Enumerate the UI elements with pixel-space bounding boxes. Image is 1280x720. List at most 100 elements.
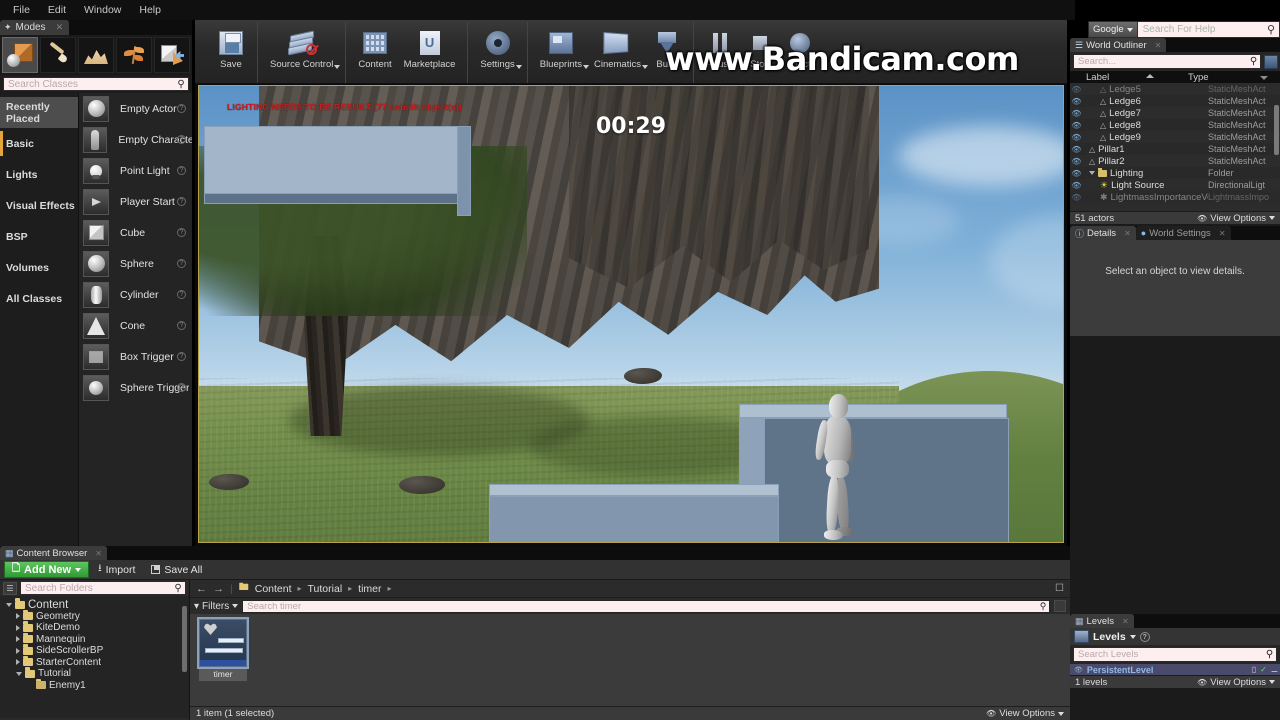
help-icon[interactable]: ?: [177, 228, 186, 237]
view-mode-button[interactable]: [1054, 600, 1066, 612]
lock-icon[interactable]: ⚊: [1271, 665, 1278, 674]
outliner-scrollbar[interactable]: [1274, 105, 1279, 155]
menu-item-file[interactable]: File: [4, 2, 39, 18]
chevron-down-icon[interactable]: [6, 602, 12, 607]
visible-icon[interactable]: ✓: [1260, 665, 1267, 674]
outliner-search-input[interactable]: Search...: [1074, 56, 1247, 67]
platform-right-block-top[interactable]: [739, 404, 1007, 418]
outliner-row[interactable]: 👁 △ Ledge8 StaticMeshAct: [1070, 119, 1280, 131]
source-control-button[interactable]: Source Control: [264, 22, 341, 83]
folder-tree-row[interactable]: Enemy1: [2, 678, 189, 692]
outliner-row[interactable]: 👁 Lighting Folder: [1070, 167, 1280, 179]
tab-world-settings[interactable]: ● World Settings ✕: [1135, 226, 1231, 240]
placeable-item[interactable]: Cube?: [79, 217, 192, 248]
settings-button[interactable]: Settings: [474, 22, 522, 83]
outliner-add-button[interactable]: [1264, 54, 1278, 69]
outliner-view-options-button[interactable]: 👁 View Options: [1197, 213, 1275, 224]
close-icon[interactable]: ✕: [1124, 229, 1131, 238]
save-icon[interactable]: ▯: [1252, 665, 1256, 674]
place-mode-button[interactable]: [2, 37, 38, 73]
level-viewport[interactable]: LIGHTING NEEDS TO BE REBUILT (77 unbuilt…: [198, 85, 1064, 543]
chevron-down-icon[interactable]: [1129, 634, 1136, 639]
asset-tile-timer[interactable]: timer: [197, 617, 249, 681]
placeable-item[interactable]: Empty Actor?: [79, 93, 192, 124]
platform-center-front-top[interactable]: [489, 484, 779, 496]
folder-tree-row[interactable]: KiteDemo: [2, 621, 189, 634]
chevron-right-icon[interactable]: [16, 613, 20, 620]
placeable-item[interactable]: Empty Character?: [79, 124, 192, 155]
chevron-right-icon[interactable]: [16, 647, 20, 654]
lock-icon[interactable]: ☐: [1055, 583, 1064, 594]
help-icon[interactable]: ?: [177, 290, 186, 299]
chevron-right-icon[interactable]: [16, 636, 20, 643]
platform-center-front-face[interactable]: [489, 496, 779, 542]
category-volumes[interactable]: Volumes: [0, 252, 78, 283]
tab-levels[interactable]: ▦ Levels ✕: [1070, 614, 1134, 628]
outliner-row[interactable]: 👁 △ Ledge5 StaticMeshAct: [1070, 83, 1280, 95]
landscape-mode-button[interactable]: [78, 37, 114, 73]
placeable-item[interactable]: Cone?: [79, 310, 192, 341]
folder-search-input[interactable]: Search Folders: [21, 583, 171, 594]
outliner-row[interactable]: 👁 △ Pillar1 StaticMeshAct: [1070, 143, 1280, 155]
placeable-item[interactable]: Sphere Trigger?: [79, 372, 192, 403]
platform-upper-left-side[interactable]: [457, 126, 471, 216]
close-icon[interactable]: ✕: [1155, 41, 1162, 50]
close-icon[interactable]: ✕: [56, 22, 64, 33]
eye-icon[interactable]: 👁: [1070, 133, 1083, 142]
chevron-down-icon[interactable]: [515, 65, 522, 69]
eye-icon[interactable]: 👁: [1070, 169, 1083, 178]
outliner-search-box[interactable]: Search... ⚲: [1073, 54, 1261, 69]
placeable-item[interactable]: Player Start?: [79, 186, 192, 217]
help-icon[interactable]: ?: [177, 104, 186, 113]
import-button[interactable]: ⭳ Import: [91, 561, 142, 578]
eye-icon[interactable]: 👁: [1070, 109, 1083, 118]
folder-tree-row[interactable]: Content: [2, 598, 189, 611]
eye-icon[interactable]: 👁: [1070, 145, 1083, 154]
placeable-item[interactable]: Sphere?: [79, 248, 192, 279]
levels-search-input[interactable]: Search Levels: [1074, 649, 1263, 660]
placeable-item[interactable]: Cylinder?: [79, 279, 192, 310]
close-icon[interactable]: ✕: [1122, 617, 1129, 626]
help-icon[interactable]: ?: [177, 197, 186, 206]
back-arrow-icon[interactable]: ←: [196, 583, 207, 595]
collapse-tree-button[interactable]: ☰: [3, 581, 17, 595]
eye-icon[interactable]: 👁: [1070, 97, 1083, 106]
content-button[interactable]: Content: [352, 22, 397, 83]
chevron-right-icon[interactable]: [16, 624, 20, 631]
help-search-box[interactable]: Google Search For Help ⚲: [1088, 21, 1280, 38]
menu-item-help[interactable]: Help: [130, 2, 170, 18]
placeable-item[interactable]: Point Light?: [79, 155, 192, 186]
breadcrumb-timer[interactable]: timer: [358, 583, 381, 595]
outliner-row[interactable]: 👁 △ Ledge6 StaticMeshAct: [1070, 95, 1280, 107]
folder-tree-row[interactable]: Tutorial: [2, 667, 189, 680]
geometry-edit-mode-button[interactable]: [154, 37, 190, 73]
marketplace-button[interactable]: Marketplace: [398, 22, 462, 83]
help-icon[interactable]: ?: [177, 383, 186, 392]
outliner-row[interactable]: 👁 △ Ledge7 StaticMeshAct: [1070, 107, 1280, 119]
chevron-down-icon[interactable]: [1089, 171, 1095, 175]
outliner-row[interactable]: 👁 △ Pillar2 StaticMeshAct: [1070, 155, 1280, 167]
folder-tree-row[interactable]: Mannequin: [2, 632, 189, 646]
category-recently-placed[interactable]: Recently Placed: [0, 97, 78, 128]
chevron-down-icon[interactable]: [334, 65, 341, 69]
help-search-provider-button[interactable]: Google: [1089, 22, 1138, 37]
outliner-row[interactable]: 👁 ☀ Light Source DirectionalLigt: [1070, 179, 1280, 191]
category-visual-effects[interactable]: Visual Effects: [0, 190, 78, 221]
chevron-down-icon[interactable]: [1260, 76, 1268, 80]
category-basic[interactable]: Basic: [0, 128, 78, 159]
menu-item-window[interactable]: Window: [75, 2, 130, 18]
filters-button[interactable]: ▾ Filters: [194, 601, 239, 612]
eye-icon[interactable]: 👁: [1070, 121, 1083, 130]
mannequin-character[interactable]: [811, 394, 865, 542]
asset-search-input[interactable]: Search timer: [243, 601, 1037, 612]
outliner-row[interactable]: 👁 △ Ledge9 StaticMeshAct: [1070, 131, 1280, 143]
tab-details[interactable]: ⓘ Details ✕: [1070, 226, 1136, 240]
help-icon[interactable]: ?: [177, 352, 186, 361]
column-label[interactable]: Label: [1070, 72, 1188, 83]
blueprints-button[interactable]: Blueprints: [534, 22, 589, 83]
tree-scrollbar[interactable]: [182, 606, 187, 672]
content-view-options-button[interactable]: 👁 View Options: [986, 708, 1064, 719]
folder-tree-row[interactable]: Geometry: [2, 609, 189, 623]
chevron-right-icon[interactable]: [16, 659, 20, 666]
forward-arrow-icon[interactable]: →: [213, 583, 224, 595]
